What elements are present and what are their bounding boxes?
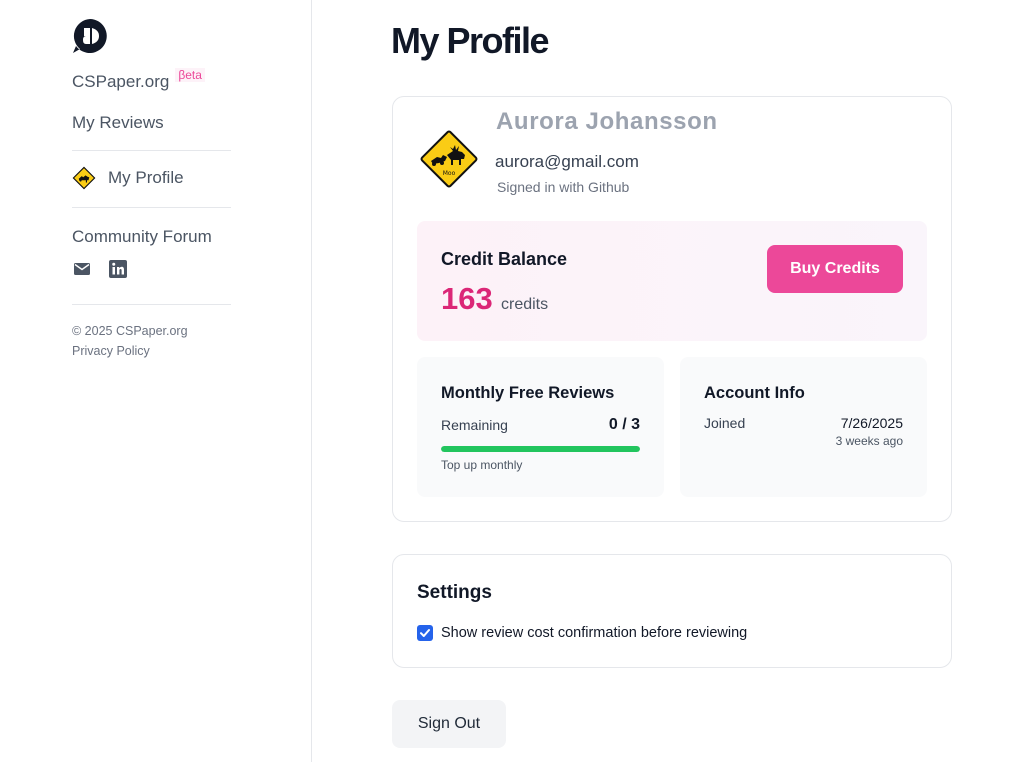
nav-my-reviews[interactable]: My Reviews xyxy=(72,113,164,133)
brand-name: CSPaper.org xyxy=(72,72,170,91)
nav-my-profile-label: My Profile xyxy=(108,168,184,187)
page-title: My Profile xyxy=(391,20,550,61)
joined-date: 7/26/2025 xyxy=(840,415,903,431)
monthly-free-reviews-panel: Monthly Free Reviews Remaining 0 / 3 Top… xyxy=(417,357,664,497)
joined-label: Joined xyxy=(704,415,746,431)
account-info-title: Account Info xyxy=(704,384,805,402)
divider xyxy=(72,207,231,208)
signin-method: Signed in with Github xyxy=(497,179,630,195)
account-info-panel: Account Info Joined 7/26/2025 3 weeks ag… xyxy=(680,357,927,497)
top-up-note: Top up monthly xyxy=(441,458,523,472)
settings-title: Settings xyxy=(417,582,492,603)
profile-card: Moo Aurora Johansson aurora@gmail.com Si… xyxy=(392,96,952,522)
joined-relative: 3 weeks ago xyxy=(835,434,903,448)
nav-community-forum[interactable]: Community Forum xyxy=(72,227,212,247)
credit-balance-panel: Credit Balance 163 credits Buy Credits xyxy=(417,221,927,341)
social-links xyxy=(72,259,128,279)
avatar: Moo xyxy=(420,130,478,188)
footer: © 2025 CSPaper.org Privacy Policy xyxy=(72,321,188,361)
copyright-text: © 2025 CSPaper.org xyxy=(72,324,188,338)
user-name: Aurora Johansson xyxy=(496,108,718,135)
linkedin-icon[interactable] xyxy=(108,259,128,279)
buy-credits-button[interactable]: Buy Credits xyxy=(767,245,903,293)
credit-balance-label: Credit Balance xyxy=(441,249,568,269)
reviews-progress-fill xyxy=(441,446,640,452)
brand[interactable]: CSPaper.org βeta xyxy=(72,68,205,92)
mail-icon[interactable] xyxy=(72,259,92,279)
logo-icon[interactable] xyxy=(72,18,108,54)
remaining-label: Remaining xyxy=(441,417,508,433)
divider xyxy=(72,150,231,151)
review-cost-confirmation-label: Show review cost confirmation before rev… xyxy=(441,625,748,641)
reviews-progress-bar xyxy=(441,446,640,452)
avatar xyxy=(72,166,96,190)
remaining-value: 0 / 3 xyxy=(608,416,640,433)
beta-badge: βeta xyxy=(175,68,205,82)
settings-card: Settings Show review cost confirmation b… xyxy=(392,554,952,668)
checkmark-icon xyxy=(420,629,430,637)
sidebar: CSPaper.org βeta My Reviews My Profile C… xyxy=(0,0,312,762)
credit-unit: credits xyxy=(501,296,549,313)
divider xyxy=(72,304,231,305)
review-cost-confirmation-setting[interactable]: Show review cost confirmation before rev… xyxy=(417,625,747,641)
user-email: aurora@gmail.com xyxy=(495,152,639,171)
privacy-policy-link[interactable]: Privacy Policy xyxy=(72,344,150,358)
credit-balance-value: 163 xyxy=(441,281,493,316)
avatar-text: Moo xyxy=(443,170,456,177)
sign-out-button[interactable]: Sign Out xyxy=(392,700,506,748)
monthly-free-reviews-title: Monthly Free Reviews xyxy=(441,384,615,402)
nav-my-profile[interactable]: My Profile xyxy=(72,166,184,190)
review-cost-confirmation-checkbox[interactable] xyxy=(417,625,433,641)
